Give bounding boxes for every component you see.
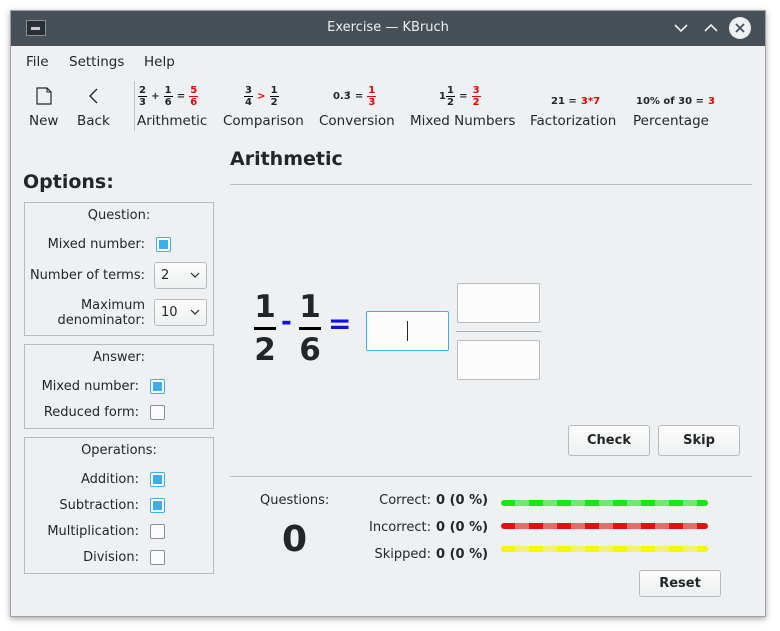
- task-fraction-2-denominator: 6: [299, 332, 321, 368]
- skipped-progress-bar: [501, 546, 708, 552]
- task-fraction-2-numerator: 1: [299, 289, 321, 325]
- minimize-button[interactable]: [670, 17, 692, 39]
- chevron-down-icon: [674, 24, 688, 33]
- exercise-heading: Arithmetic: [230, 148, 343, 170]
- reduced-form-label: Reduced form:: [43, 405, 139, 420]
- menu-bar: File Settings Help: [11, 47, 765, 75]
- task-fraction-1-numerator: 1: [254, 289, 276, 325]
- answer-group: Answer: Mixed number: Reduced form:: [24, 344, 214, 429]
- skip-button[interactable]: Skip: [658, 425, 740, 456]
- correct-progress-bar: [501, 500, 708, 506]
- multiplication-checkbox[interactable]: [150, 524, 165, 539]
- numerator-input[interactable]: [457, 283, 540, 323]
- operations-group: Operations: Addition: Subtraction: Multi…: [24, 437, 214, 574]
- incorrect-value: 0 (0 %): [436, 520, 489, 535]
- back-button[interactable]: Back: [74, 77, 114, 137]
- reset-button[interactable]: Reset: [639, 570, 721, 597]
- multiplication-label: Multiplication:: [47, 524, 139, 539]
- percentage-icon: 10% of 30 = 3: [636, 96, 716, 107]
- close-icon: [735, 23, 745, 33]
- incorrect-label: Incorrect:: [369, 520, 431, 535]
- number-of-terms-label: Number of terms:: [29, 268, 145, 283]
- denominator-input[interactable]: [457, 340, 540, 380]
- conversion-label: Conversion: [319, 113, 395, 129]
- percentage-label: Percentage: [633, 113, 709, 129]
- incorrect-progress-bar: [501, 523, 708, 529]
- answer-fraction-bar: [456, 331, 541, 332]
- task-equals: =: [328, 307, 352, 340]
- division-label: Division:: [83, 550, 139, 565]
- heading-divider: [230, 184, 752, 185]
- check-button[interactable]: Check: [568, 425, 650, 456]
- addition-checkbox[interactable]: [150, 472, 165, 487]
- title-bar: Exercise — KBruch: [11, 11, 765, 46]
- app-window: Exercise — KBruch File Settings Help New: [10, 10, 766, 617]
- correct-label: Correct:: [379, 493, 431, 508]
- reduced-form-checkbox[interactable]: [150, 405, 165, 420]
- question-mixed-label: Mixed number:: [47, 237, 145, 252]
- subtraction-label: Subtraction:: [59, 498, 139, 513]
- arithmetic-exercise-button[interactable]: 23 + 16 = 56 Arithmetic: [135, 77, 208, 137]
- task-fraction-2: 1 6: [299, 289, 321, 368]
- menu-help[interactable]: Help: [144, 54, 175, 70]
- addition-label: Addition:: [80, 472, 139, 487]
- question-mixed-checkbox[interactable]: [156, 237, 171, 252]
- question-group: Question: Mixed number: Number of terms:…: [24, 202, 214, 336]
- mixed-numbers-icon: 112 = 32: [439, 85, 481, 108]
- arithmetic-icon: 23 + 16 = 56: [138, 85, 199, 108]
- questions-label: Questions:: [260, 493, 330, 508]
- maximum-denominator-select[interactable]: 10: [154, 299, 207, 326]
- skipped-label: Skipped:: [374, 547, 431, 562]
- question-group-title: Question:: [87, 208, 151, 223]
- window-title: Exercise — KBruch: [327, 20, 449, 35]
- operations-group-title: Operations:: [81, 443, 157, 458]
- answer-mixed-checkbox[interactable]: [150, 379, 165, 394]
- text-caret: [407, 321, 408, 341]
- back-arrow-icon: [89, 88, 98, 104]
- questions-count: 0: [282, 519, 308, 560]
- integer-input[interactable]: [366, 311, 449, 351]
- factorization-icon: 21 = 3*7: [551, 96, 601, 107]
- answer-mixed-label: Mixed number:: [41, 379, 139, 394]
- mixed-numbers-exercise-button[interactable]: 112 = 32 Mixed Numbers: [409, 77, 515, 137]
- new-label: New: [29, 113, 59, 129]
- comparison-label: Comparison: [223, 113, 304, 129]
- percentage-exercise-button[interactable]: 10% of 30 = 3 Percentage: [632, 77, 716, 137]
- options-title: Options:: [23, 171, 114, 193]
- factorization-label: Factorization: [530, 113, 617, 129]
- mixed-numbers-label: Mixed Numbers: [410, 113, 516, 129]
- comparison-icon: 34 > 12: [244, 85, 279, 108]
- factorization-exercise-button[interactable]: 21 = 3*7 Factorization: [529, 77, 619, 137]
- arithmetic-label: Arithmetic: [137, 113, 208, 129]
- menu-file[interactable]: File: [26, 54, 49, 70]
- conversion-exercise-button[interactable]: 0.3̄ = 13 Conversion: [318, 77, 396, 137]
- answer-group-title: Answer:: [92, 350, 146, 365]
- chevron-down-icon: [190, 309, 200, 315]
- maximize-button[interactable]: [700, 17, 722, 39]
- task-fraction-1-denominator: 2: [254, 332, 276, 368]
- task-fraction-1: 1 2: [254, 289, 276, 368]
- correct-value: 0 (0 %): [436, 493, 489, 508]
- new-document-icon: [36, 87, 52, 105]
- conversion-icon: 0.3̄ = 13: [333, 85, 377, 108]
- maximum-denominator-label: Maximum denominator:: [57, 298, 145, 328]
- skipped-value: 0 (0 %): [436, 547, 489, 562]
- stats-divider: [230, 476, 752, 477]
- back-label: Back: [77, 113, 110, 129]
- division-checkbox[interactable]: [150, 550, 165, 565]
- number-of-terms-select[interactable]: 2: [154, 262, 207, 289]
- subtraction-checkbox[interactable]: [150, 498, 165, 513]
- chevron-down-icon: [190, 272, 200, 278]
- menu-settings[interactable]: Settings: [69, 54, 124, 70]
- new-button[interactable]: New: [26, 77, 62, 137]
- close-button[interactable]: [729, 17, 751, 39]
- task-operator: -: [281, 307, 292, 337]
- comparison-exercise-button[interactable]: 34 > 12 Comparison: [222, 77, 304, 137]
- chevron-up-icon: [704, 23, 718, 32]
- toolbar: New Back 23 + 16 = 56 Arithmetic 34 > 1 …: [11, 77, 765, 139]
